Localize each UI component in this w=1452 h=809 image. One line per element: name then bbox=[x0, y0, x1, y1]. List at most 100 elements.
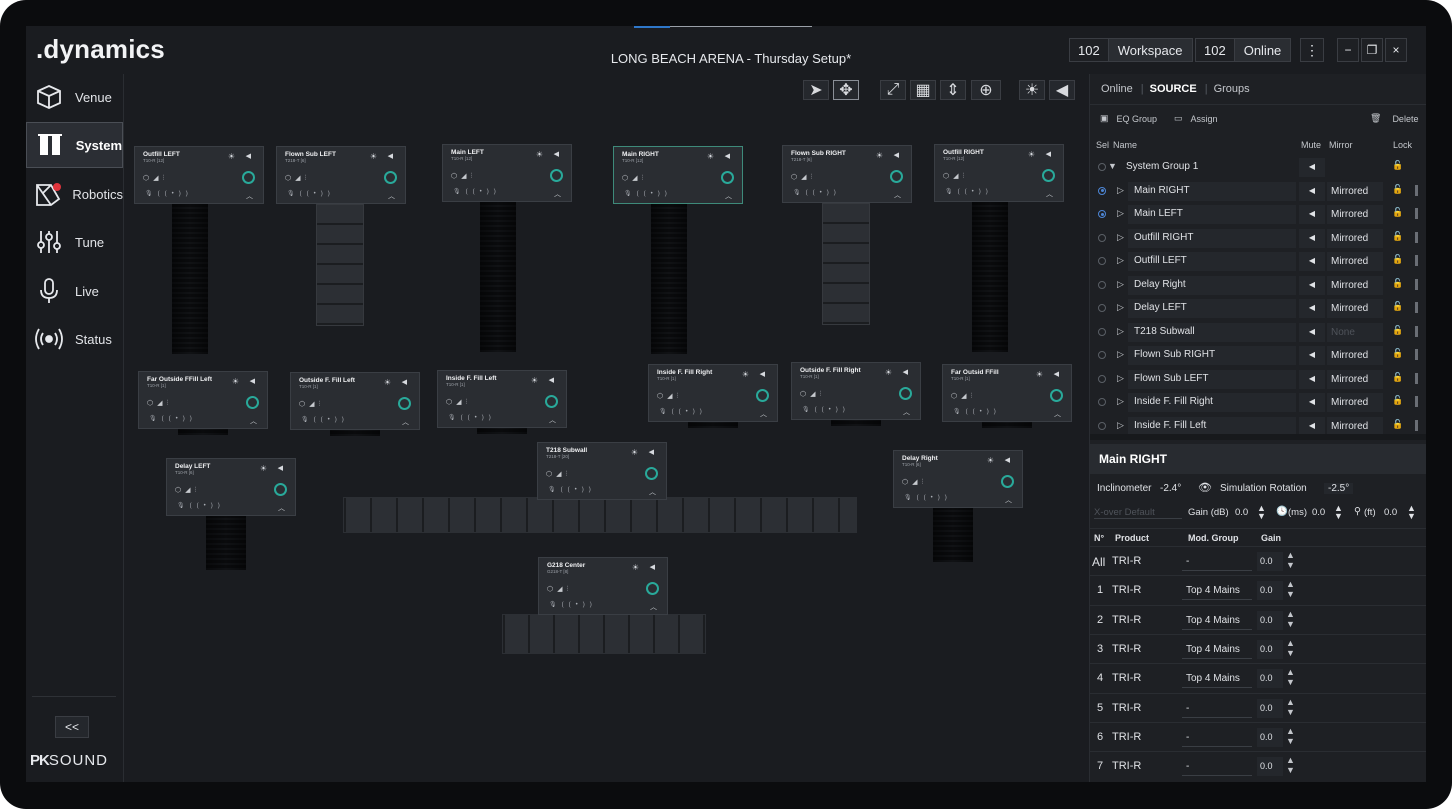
source-row[interactable]: ▷ Outfill LEFT ◀ Mirrored 🔓 bbox=[1090, 250, 1426, 273]
pointer-tool-button[interactable]: ➤ bbox=[803, 80, 829, 100]
card-tool-icons[interactable]: ⬡◢⫶ bbox=[547, 585, 572, 594]
unlock-icon[interactable]: 🔓 bbox=[1392, 301, 1403, 312]
card-tool-icons[interactable]: ⬡◢⫶ bbox=[147, 399, 172, 408]
distance-stepper-icon[interactable]: ▲ ▼ bbox=[1407, 504, 1416, 521]
mute-button[interactable]: ◀ bbox=[1299, 322, 1325, 342]
card-tool-icons[interactable]: ⬡◢⫶ bbox=[546, 470, 571, 479]
mute-button[interactable]: ◀ bbox=[1299, 346, 1325, 365]
source-row[interactable]: ▷ Flown Sub LEFT ◀ Mirrored 🔓 bbox=[1090, 368, 1426, 391]
mirror-select[interactable]: Mirrored bbox=[1327, 205, 1383, 224]
chevron-up-icon[interactable]: ︿ bbox=[760, 409, 767, 419]
source-card[interactable]: Outfill RIGHT T10-R [12] ☀ ◀ ⬡◢⫶ 🎙((•)) ︿ bbox=[934, 144, 1064, 202]
brightness-icon[interactable]: ☀ bbox=[232, 377, 239, 386]
source-card[interactable]: Main RIGHT T10-R [12] ☀ ◀ ⬡◢⫶ 🎙((•)) ︿ bbox=[613, 146, 743, 204]
unlock-icon[interactable]: 🔓 bbox=[1392, 254, 1403, 265]
element-gain-input[interactable]: 0.0 bbox=[1257, 552, 1283, 571]
source-row[interactable]: ▷ Main LEFT ◀ Mirrored 🔓 bbox=[1090, 203, 1426, 226]
card-tool-icons[interactable]: ⬡◢⫶ bbox=[902, 478, 927, 487]
chevron-up-icon[interactable]: ︿ bbox=[388, 191, 395, 201]
move-tool-button[interactable]: ✥ bbox=[833, 80, 859, 100]
mod-group-select[interactable]: - bbox=[1182, 552, 1252, 571]
mod-group-select[interactable]: - bbox=[1182, 699, 1252, 718]
brightness-icon[interactable]: ☀ bbox=[531, 376, 538, 385]
source-card[interactable]: Outside F. Fill Right T10-R [1] ☀ ◀ ⬡◢⫶ 🎙((•)… bbox=[791, 362, 921, 420]
brightness-icon[interactable]: ☀ bbox=[631, 448, 638, 457]
brightness-icon[interactable]: ☀ bbox=[260, 464, 267, 473]
mute-button[interactable]: ◀ bbox=[1299, 393, 1325, 412]
drag-handle-icon[interactable] bbox=[1415, 184, 1418, 196]
restore-button[interactable]: ❐ bbox=[1361, 38, 1383, 62]
delay-input[interactable]: 0.0 bbox=[1312, 507, 1325, 518]
unlock-icon[interactable]: 🔓 bbox=[1392, 348, 1403, 359]
chevron-up-icon[interactable]: ︿ bbox=[1005, 495, 1012, 505]
card-tool-icons[interactable]: ⬡◢⫶ bbox=[143, 174, 168, 183]
drag-handle-icon[interactable] bbox=[1415, 255, 1418, 266]
chevron-up-icon[interactable]: ︿ bbox=[725, 191, 732, 201]
select-radio[interactable] bbox=[1098, 210, 1106, 218]
brightness-icon[interactable]: ☀ bbox=[632, 563, 639, 572]
element-row[interactable]: 7 TRI-R -0.0 ▲ ▼ bbox=[1090, 751, 1426, 780]
drag-handle-icon[interactable] bbox=[1415, 372, 1418, 384]
element-gain-input[interactable]: 0.0 bbox=[1257, 639, 1283, 659]
source-card[interactable]: Inside F. Fill Left T10-R [1] ☀ ◀ ⬡◢⫶ 🎙((•)) ︿ bbox=[437, 370, 567, 428]
speaker-icon[interactable]: ◀ bbox=[903, 368, 908, 376]
source-row[interactable]: ▷ T218 Subwall ◀ None 🔓 bbox=[1090, 321, 1426, 344]
mirror-select[interactable]: Mirrored bbox=[1327, 299, 1383, 318]
unlock-icon[interactable]: 🔓 bbox=[1392, 395, 1403, 406]
source-card[interactable]: Main LEFT T10-R [12] ☀ ◀ ⬡◢⫶ 🎙((•)) ︿ bbox=[442, 144, 572, 202]
speaker-icon[interactable]: ◀ bbox=[650, 563, 655, 571]
select-radio[interactable] bbox=[1098, 233, 1106, 242]
source-card[interactable]: Far Outside FFill Left T10-R [1] ☀ ◀ ⬡◢⫶ 🎙((•… bbox=[138, 371, 268, 429]
eq-group-button[interactable]: ▣ EQ Group bbox=[1100, 113, 1157, 124]
speaker-icon[interactable]: ◀ bbox=[1005, 456, 1010, 464]
chevron-up-icon[interactable]: ︿ bbox=[549, 415, 556, 425]
sim-rotation-input[interactable]: -2.5° bbox=[1324, 483, 1354, 494]
element-row[interactable]: 5 TRI-R -0.0 ▲ ▼ bbox=[1090, 692, 1426, 722]
card-tool-icons[interactable]: ⬡◢⫶ bbox=[800, 390, 825, 399]
mod-group-select[interactable]: Top 4 Mains bbox=[1182, 611, 1252, 630]
drag-handle-icon[interactable] bbox=[1415, 231, 1418, 243]
sidebar-item-system[interactable]: System bbox=[26, 122, 123, 168]
brightness-icon[interactable]: ☀ bbox=[707, 152, 714, 161]
source-card[interactable]: Flown Sub LEFT T218-T [6] ☀ ◀ ⬡◢⫶ 🎙((•)) ︿ bbox=[276, 146, 406, 204]
source-card[interactable]: Far Outsid FFill T10-R [1] ☀ ◀ ⬡◢⫶ 🎙((•)) ︿ bbox=[942, 364, 1072, 422]
mute-button[interactable]: ◀ bbox=[1299, 181, 1325, 201]
card-tool-icons[interactable]: ⬡◢⫶ bbox=[791, 173, 816, 182]
drag-handle-icon[interactable] bbox=[1415, 396, 1418, 407]
zoom-button[interactable]: ⊕ bbox=[971, 80, 1001, 100]
speaker-icon[interactable]: ◀ bbox=[388, 152, 393, 160]
select-radio[interactable] bbox=[1098, 327, 1106, 336]
select-radio[interactable] bbox=[1098, 280, 1106, 289]
unlock-icon[interactable]: 🔓 bbox=[1392, 278, 1403, 289]
mirror-select[interactable]: None bbox=[1327, 322, 1383, 342]
mute-button[interactable]: ◀ bbox=[1299, 205, 1325, 224]
mirror-select[interactable]: Mirrored bbox=[1327, 228, 1383, 248]
mirror-select[interactable]: Mirrored bbox=[1327, 181, 1383, 201]
source-row[interactable]: ▷ Outfill RIGHT ◀ Mirrored 🔓 bbox=[1090, 227, 1426, 250]
gain-stepper-icon[interactable]: ▲ ▼ bbox=[1286, 638, 1295, 658]
expand-icon[interactable]: ▷ bbox=[1117, 232, 1124, 243]
gain-stepper-icon[interactable]: ▲ ▼ bbox=[1286, 755, 1295, 775]
mute-button[interactable]: ◀ bbox=[1299, 228, 1325, 248]
chevron-up-icon[interactable]: ︿ bbox=[250, 416, 257, 426]
mod-group-select[interactable]: Top 4 Mains bbox=[1182, 581, 1252, 601]
sidebar-item-venue[interactable]: Venue bbox=[26, 74, 123, 120]
close-button[interactable]: × bbox=[1385, 38, 1407, 62]
mute-button[interactable]: ◀ bbox=[1299, 299, 1325, 318]
brightness-icon[interactable]: ☀ bbox=[370, 152, 377, 161]
fit-view-button[interactable]: ⤢ bbox=[880, 80, 906, 100]
brightness-button[interactable]: ☀ bbox=[1019, 80, 1045, 100]
select-radio[interactable] bbox=[1098, 163, 1106, 171]
source-card[interactable]: Flown Sub RIGHT T218-T [6] ☀ ◀ ⬡◢⫶ 🎙((•)) ︿ bbox=[782, 145, 912, 203]
brightness-icon[interactable]: ☀ bbox=[384, 378, 391, 387]
mirror-select[interactable]: Mirrored bbox=[1327, 346, 1383, 365]
expand-icon[interactable]: ▷ bbox=[1117, 185, 1124, 196]
delay-stepper-icon[interactable]: ▲ ▼ bbox=[1334, 504, 1343, 521]
assign-button[interactable]: ▭ Assign bbox=[1174, 113, 1218, 124]
card-tool-icons[interactable]: ⬡◢⫶ bbox=[657, 392, 682, 401]
element-gain-input[interactable]: 0.0 bbox=[1257, 669, 1283, 689]
element-gain-input[interactable]: 0.0 bbox=[1257, 698, 1283, 718]
expand-icon[interactable]: ▷ bbox=[1117, 302, 1124, 313]
source-row[interactable]: ▼ System Group 1 ◀ 🔓 bbox=[1090, 156, 1426, 179]
brightness-icon[interactable]: ☀ bbox=[987, 456, 994, 465]
